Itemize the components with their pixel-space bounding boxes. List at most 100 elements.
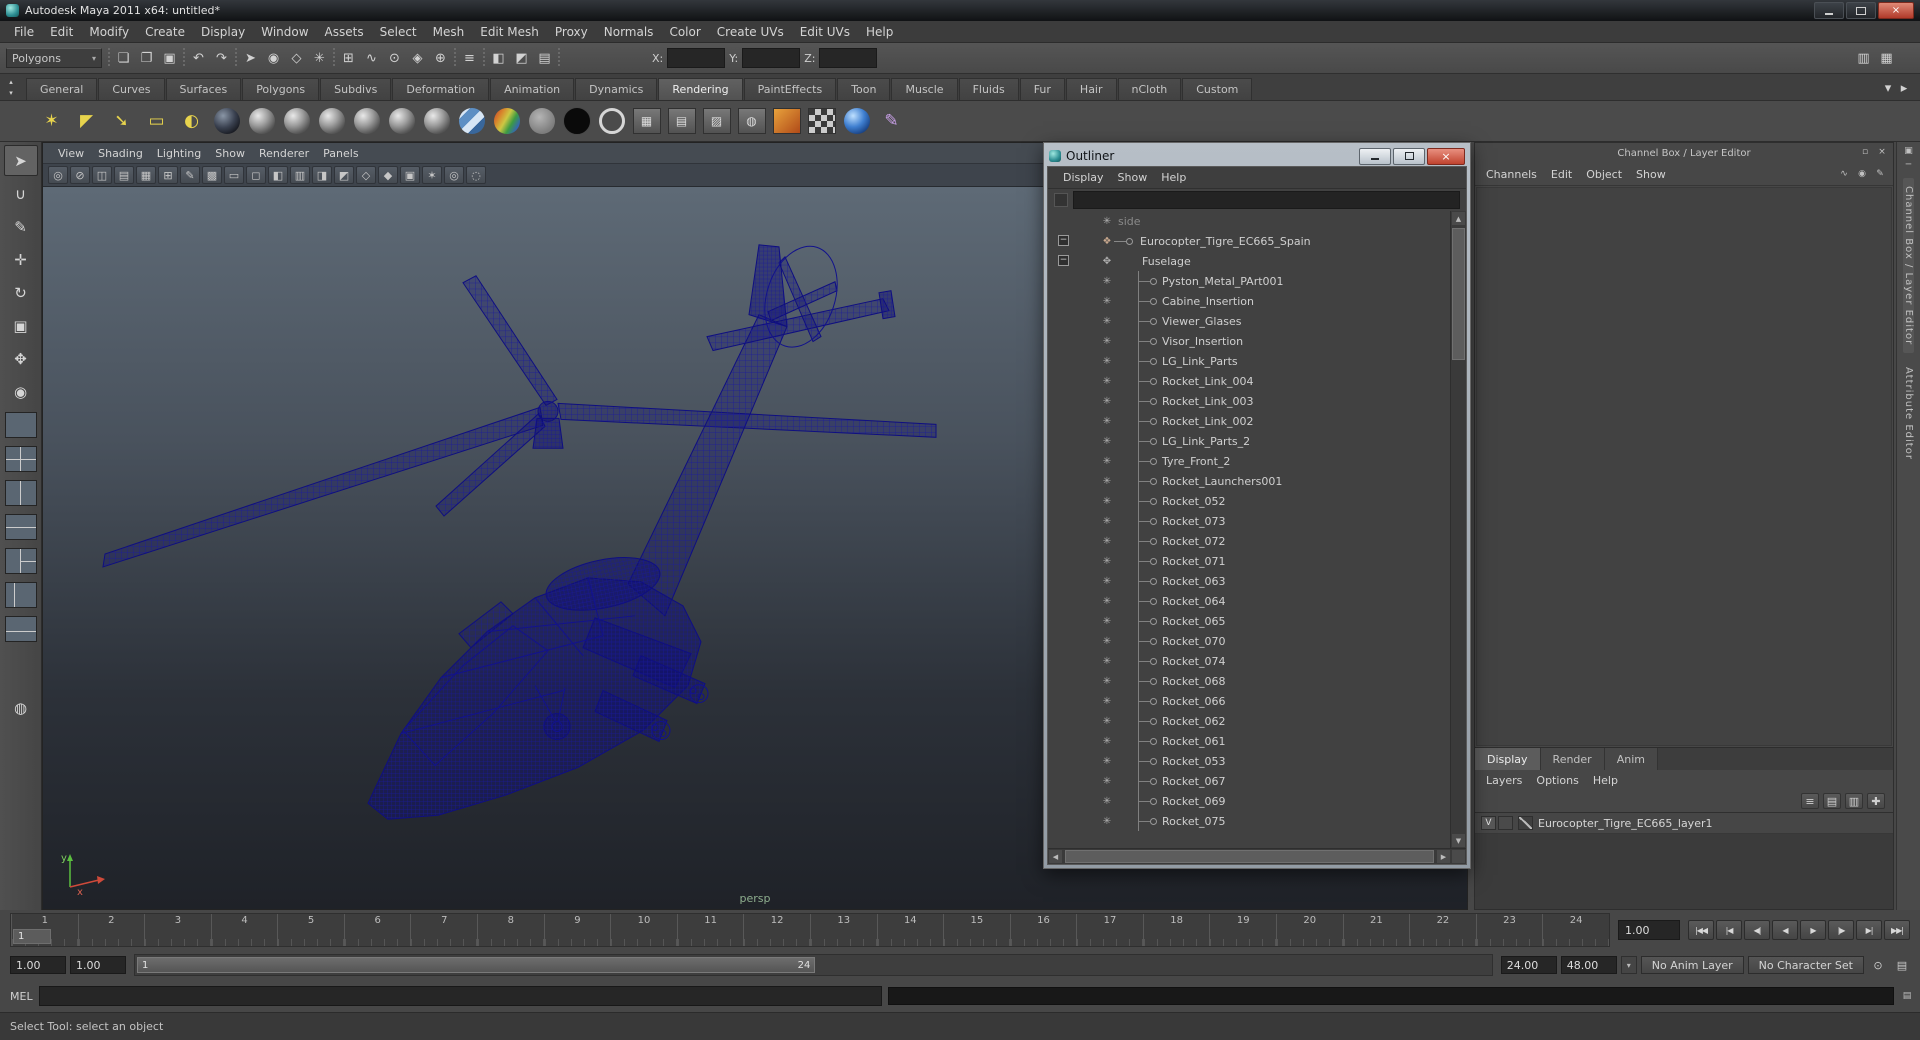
phong-e-material-icon[interactable] bbox=[349, 103, 384, 140]
frame-tick[interactable]: 8 bbox=[477, 914, 544, 946]
y-input[interactable] bbox=[742, 48, 801, 68]
scroll-left-icon[interactable]: ◀ bbox=[1048, 849, 1063, 864]
show-layer-editor-icon[interactable]: ▦ bbox=[1875, 47, 1898, 70]
outliner-menu-item[interactable]: Help bbox=[1154, 170, 1193, 185]
paint-effects-brush-icon[interactable]: ✎ bbox=[874, 103, 909, 140]
anim-layer-dropdown[interactable]: No Anim Layer bbox=[1640, 956, 1744, 974]
undo-icon[interactable]: ↶ bbox=[187, 47, 210, 70]
menu-item[interactable]: Mesh bbox=[425, 23, 473, 41]
shelf-tab[interactable]: Dynamics bbox=[575, 78, 658, 100]
menu-item[interactable]: Create bbox=[137, 23, 193, 41]
volume-light-icon[interactable]: ◐ bbox=[174, 103, 209, 140]
empty-layer-icon[interactable]: ▤ bbox=[1823, 793, 1841, 809]
shelf-menu-icon[interactable]: ▾ bbox=[1880, 77, 1896, 100]
snap-to-plane-icon[interactable]: ◈ bbox=[406, 47, 429, 70]
resolution-gate-icon[interactable]: ◻ bbox=[246, 166, 266, 184]
bump-map-icon[interactable]: ▨ bbox=[699, 103, 734, 140]
layout-hypershade-persp-button[interactable] bbox=[4, 616, 37, 642]
layered-shader-icon[interactable] bbox=[419, 103, 454, 140]
grease-pencil-icon[interactable]: ✎ bbox=[180, 166, 200, 184]
frame-tick[interactable]: 18 bbox=[1142, 914, 1210, 946]
grid-icon[interactable]: ▩ bbox=[202, 166, 222, 184]
scroll-up-icon[interactable]: ▲ bbox=[1451, 211, 1466, 226]
safe-action-icon[interactable]: ◨ bbox=[312, 166, 332, 184]
render-current-frame-icon[interactable]: ◧ bbox=[487, 47, 510, 70]
select-camera-icon[interactable]: ◎ bbox=[48, 166, 68, 184]
layer-editor-tab[interactable]: Anim bbox=[1604, 748, 1658, 770]
outliner-item-side[interactable]: ✳ side bbox=[1048, 211, 1450, 231]
frame-tick[interactable]: 16 bbox=[1009, 914, 1077, 946]
place2d-texture-icon[interactable]: ▤ bbox=[664, 103, 699, 140]
collapse-toggle-icon[interactable]: − bbox=[1058, 235, 1069, 246]
frame-tick[interactable]: 22 bbox=[1409, 914, 1476, 946]
highlight-selection-icon[interactable]: ✳ bbox=[308, 47, 331, 70]
shelf-tab[interactable]: PaintEffects bbox=[743, 78, 837, 100]
shelf-tab[interactable]: Curves bbox=[98, 78, 165, 100]
move-tool-button[interactable]: ✛ bbox=[4, 244, 38, 275]
outliner-minimize-button[interactable] bbox=[1359, 147, 1391, 165]
sidebar-vertical-tab[interactable]: Channel Box / Layer Editor bbox=[1903, 178, 1914, 354]
frame-tick[interactable]: 5 bbox=[277, 914, 344, 946]
outliner-filter-icon[interactable] bbox=[1054, 193, 1068, 207]
image-plane-icon[interactable]: ▦ bbox=[136, 166, 156, 184]
step-back-key-button[interactable]: ◀| bbox=[1744, 920, 1770, 940]
sort-layers-icon[interactable]: ≡ bbox=[1801, 793, 1819, 809]
select-hierarchy-icon[interactable]: ➤ bbox=[239, 47, 262, 70]
layout-two-pane-stacked-button[interactable] bbox=[4, 514, 37, 540]
frame-tick[interactable]: 9 bbox=[543, 914, 611, 946]
current-layout-button[interactable]: ◍ bbox=[4, 692, 38, 723]
outliner-item[interactable]: ✳ Rocket_073 bbox=[1048, 511, 1450, 531]
layer-editor-menu-item[interactable]: Help bbox=[1586, 773, 1625, 788]
frame-tick[interactable]: 3 bbox=[144, 914, 211, 946]
shelf-tab[interactable]: Custom bbox=[1182, 78, 1253, 100]
outliner-menu-item[interactable]: Show bbox=[1111, 170, 1155, 185]
frame-tick[interactable]: 24 bbox=[1542, 914, 1609, 946]
shaded-mode-icon[interactable]: ◆ bbox=[378, 166, 398, 184]
frame-tick[interactable]: 4 bbox=[210, 914, 278, 946]
lock-camera-icon[interactable]: ⊘ bbox=[70, 166, 90, 184]
point-light-icon[interactable]: ✶ bbox=[34, 103, 69, 140]
scroll-down-icon[interactable]: ▼ bbox=[1451, 833, 1466, 848]
outliner-item[interactable]: ✳ Rocket_053 bbox=[1048, 751, 1450, 771]
outliner-close-button[interactable]: × bbox=[1427, 147, 1465, 165]
scale-tool-button[interactable]: ▣ bbox=[4, 310, 38, 341]
viewport-menu-item[interactable]: Shading bbox=[91, 146, 150, 161]
frame-tick[interactable]: 19 bbox=[1209, 914, 1276, 946]
outliner-item[interactable]: ✳ Rocket_067 bbox=[1048, 771, 1450, 791]
outliner-item[interactable]: ✳ Rocket_Link_003 bbox=[1048, 391, 1450, 411]
layer-editor-menu-item[interactable]: Layers bbox=[1479, 773, 1529, 788]
env-ball-icon[interactable]: ◍ bbox=[734, 103, 769, 140]
anim-layer-menu-icon[interactable]: ▾ bbox=[1620, 956, 1637, 974]
outliner-item[interactable]: ✳ Tyre_Front_2 bbox=[1048, 451, 1450, 471]
gate-mask-icon[interactable]: ◧ bbox=[268, 166, 288, 184]
outliner-item[interactable]: ✳ Rocket_074 bbox=[1048, 651, 1450, 671]
ipr-render-icon[interactable]: ◩ bbox=[510, 47, 533, 70]
outliner-item[interactable]: ✳ Rocket_066 bbox=[1048, 691, 1450, 711]
shelf-tab[interactable]: Fluids bbox=[958, 78, 1019, 100]
layer-editor-menu-item[interactable]: Options bbox=[1529, 773, 1585, 788]
wireframe-mode-icon[interactable]: ◇ bbox=[356, 166, 376, 184]
layout-single-pane-button[interactable] bbox=[4, 412, 37, 438]
phong-material-icon[interactable] bbox=[314, 103, 349, 140]
collapse-toggle-icon[interactable]: − bbox=[1058, 255, 1069, 266]
outliner-item[interactable]: ✳ Rocket_061 bbox=[1048, 731, 1450, 751]
menu-item[interactable]: Modify bbox=[81, 23, 137, 41]
safe-title-icon[interactable]: ◩ bbox=[334, 166, 354, 184]
menu-item[interactable]: Edit UVs bbox=[792, 23, 858, 41]
shelf-tab[interactable]: Toon bbox=[837, 78, 891, 100]
scroll-right-icon[interactable]: ▶ bbox=[1436, 849, 1451, 864]
outliner-item[interactable]: ✳ Rocket_069 bbox=[1048, 791, 1450, 811]
outliner-item[interactable]: ✳ Rocket_070 bbox=[1048, 631, 1450, 651]
bookmark-icon[interactable]: ▤ bbox=[114, 166, 134, 184]
frame-tick[interactable]: 23 bbox=[1475, 914, 1543, 946]
menu-item[interactable]: File bbox=[6, 23, 42, 41]
frame-tick[interactable]: 20 bbox=[1275, 914, 1343, 946]
menu-item[interactable]: Normals bbox=[596, 23, 662, 41]
range-slider-thumb[interactable]: 1 24 bbox=[137, 957, 816, 973]
shelf-scroll-up-icon[interactable]: ▴ bbox=[4, 77, 18, 86]
two-d-pan-zoom-icon[interactable]: ⊞ bbox=[158, 166, 178, 184]
paint-select-tool-button[interactable]: ✎ bbox=[4, 211, 38, 242]
outliner-item[interactable]: ✳ Rocket_Link_002 bbox=[1048, 411, 1450, 431]
shelf-editor-icon[interactable]: ▸ bbox=[1896, 77, 1912, 100]
layer-name[interactable]: Eurocopter_Tigre_EC665_layer1 bbox=[1538, 817, 1713, 830]
